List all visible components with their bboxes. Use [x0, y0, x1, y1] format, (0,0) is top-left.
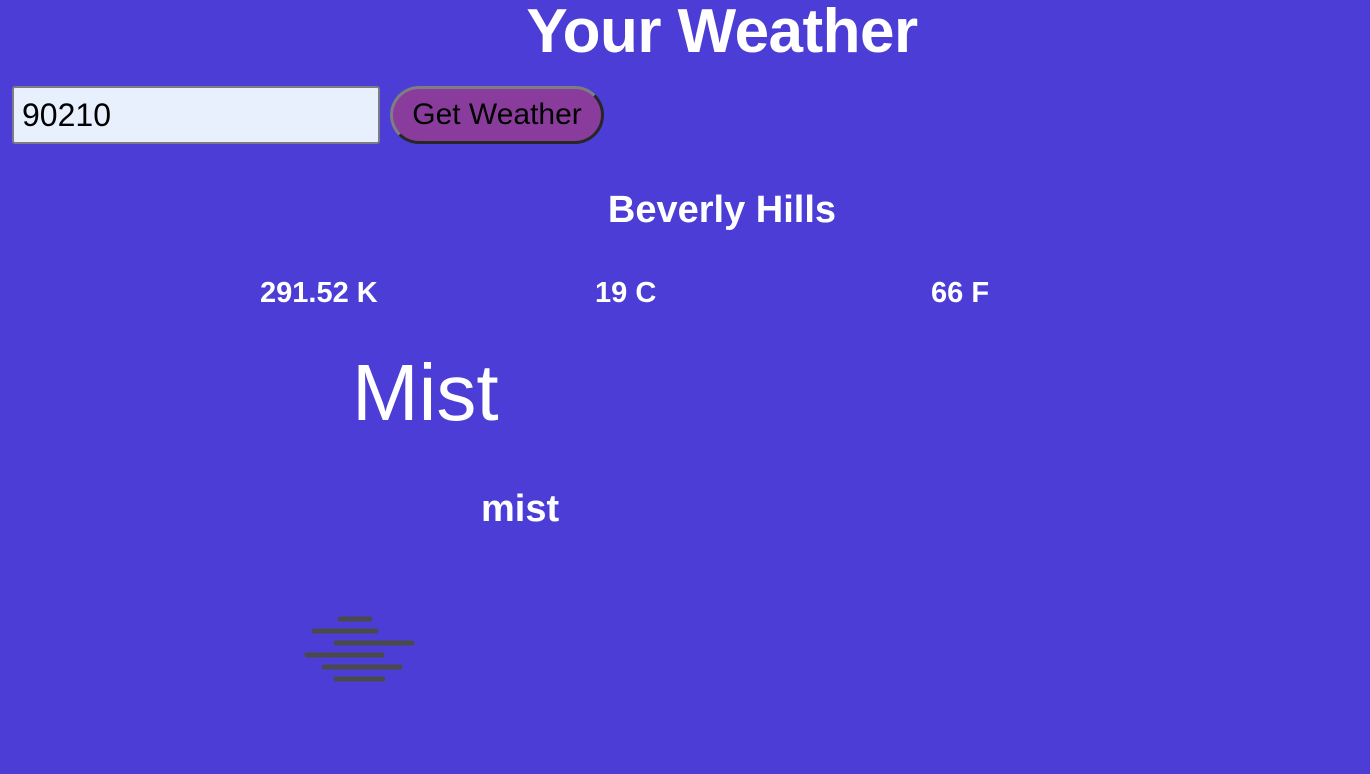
mist-icon	[304, 616, 415, 682]
temp-kelvin: 291.52 K	[260, 277, 378, 309]
city-name: Beverly Hills	[607, 189, 837, 231]
temp-fahrenheit: 66 F	[931, 277, 990, 309]
zip-input[interactable]	[12, 86, 380, 144]
get-weather-button[interactable]: Get Weather	[390, 86, 604, 144]
weather-main: Mist	[352, 348, 499, 437]
temp-celsius: 19 C	[595, 277, 657, 309]
weather-description: mist	[481, 488, 560, 530]
page-title: Your Weather	[526, 0, 918, 66]
